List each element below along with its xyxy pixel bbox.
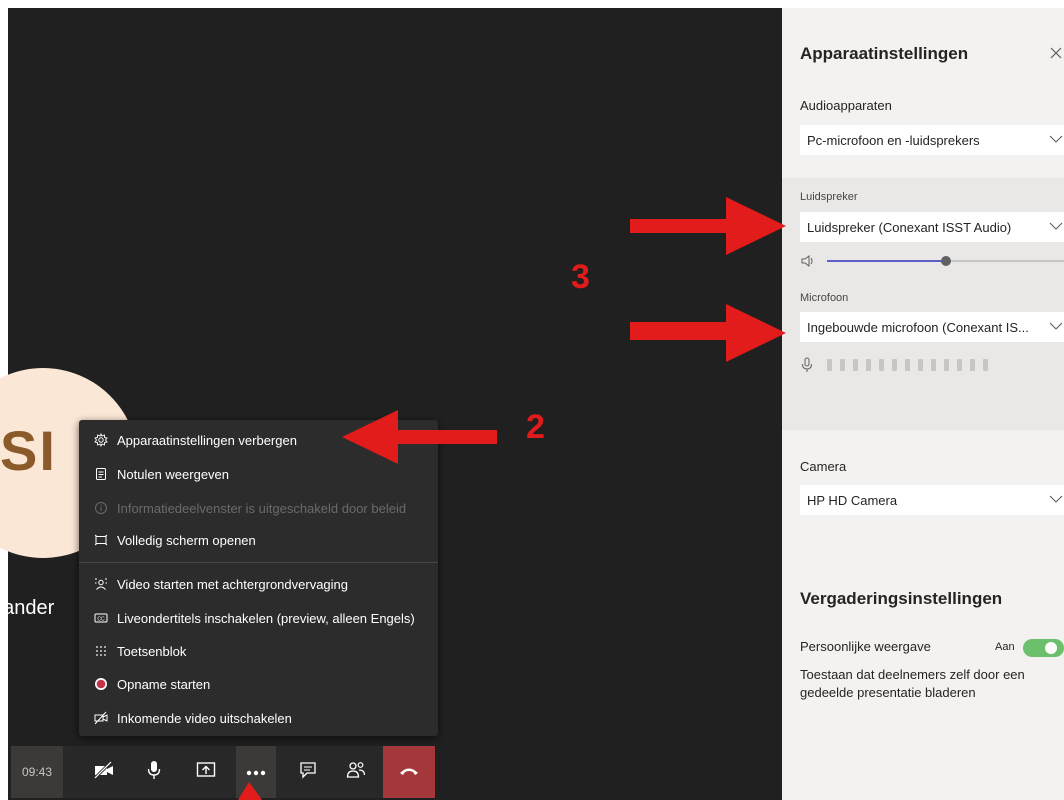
arrow-step-2 — [342, 410, 497, 464]
arrow-speaker — [630, 197, 786, 255]
step-number-3: 3 — [571, 258, 590, 296]
arrow-microphone — [630, 304, 786, 362]
arrow-more-options — [238, 782, 262, 800]
step-number-2: 2 — [526, 408, 545, 446]
annotation-overlay — [238, 197, 786, 800]
